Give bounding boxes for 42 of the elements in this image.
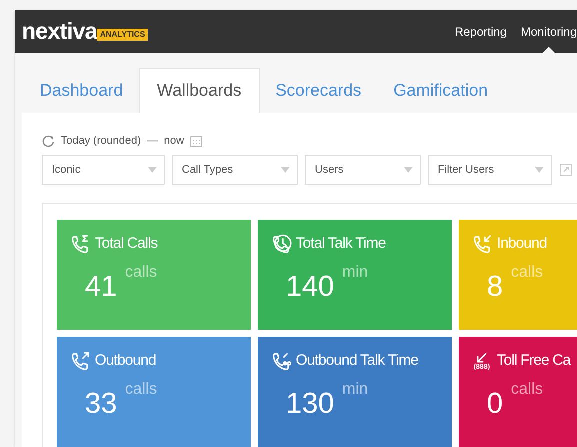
phone-icon: [471, 234, 493, 254]
stat-unit: calls: [511, 263, 544, 283]
stat-value: 8: [487, 270, 504, 305]
tile-title: Total Calls: [95, 234, 158, 254]
stat-value: 33: [85, 387, 118, 422]
caret-icon: [281, 167, 290, 173]
date-range-start[interactable]: Today (rounded): [61, 132, 142, 150]
tab[interactable]: Wallboards: [139, 68, 260, 113]
date-separator: —: [147, 134, 158, 149]
phone-icon: [69, 351, 91, 371]
tile-title: Inbound: [497, 234, 548, 254]
logo-badge: ANALYTICS: [97, 28, 148, 40]
stat-unit: calls: [125, 380, 158, 400]
filter-dropdown[interactable]: Call Types: [172, 155, 298, 185]
refresh-icon[interactable]: [42, 134, 55, 148]
phone-icon: [270, 351, 292, 371]
calendar-icon[interactable]: [190, 134, 204, 148]
phone-icon: [270, 234, 292, 254]
stat-value: 41: [85, 270, 118, 305]
stat-value: 130: [286, 387, 334, 422]
tile-title: Outbound: [95, 350, 156, 371]
stat-unit: min: [342, 380, 368, 400]
caret-icon: [404, 167, 413, 173]
logo: nextiva: [22, 20, 98, 43]
caret-icon: [148, 167, 157, 173]
stat-unit: calls: [511, 380, 544, 400]
nav-link[interactable]: Monitoring: [520, 10, 577, 53]
stat-value: 140: [286, 270, 334, 305]
filter-dropdown[interactable]: Users: [305, 155, 421, 185]
filter-dropdown[interactable]: Filter Users: [428, 155, 552, 185]
tile-title: Toll Free Ca: [497, 350, 571, 371]
caret-icon: [535, 167, 544, 173]
nav-link[interactable]: Reporting: [454, 10, 507, 53]
tile-title: Total Talk Time: [296, 234, 386, 254]
popout-icon[interactable]: [560, 164, 572, 176]
date-range-end[interactable]: now: [164, 132, 184, 150]
phone-icon: [69, 234, 91, 254]
filter-dropdown[interactable]: Iconic: [42, 155, 165, 185]
tile-title: Outbound Talk Time: [296, 350, 418, 371]
stat-unit: calls: [125, 263, 158, 283]
stat-value: 0: [487, 387, 504, 422]
stat-unit: min: [342, 263, 368, 283]
